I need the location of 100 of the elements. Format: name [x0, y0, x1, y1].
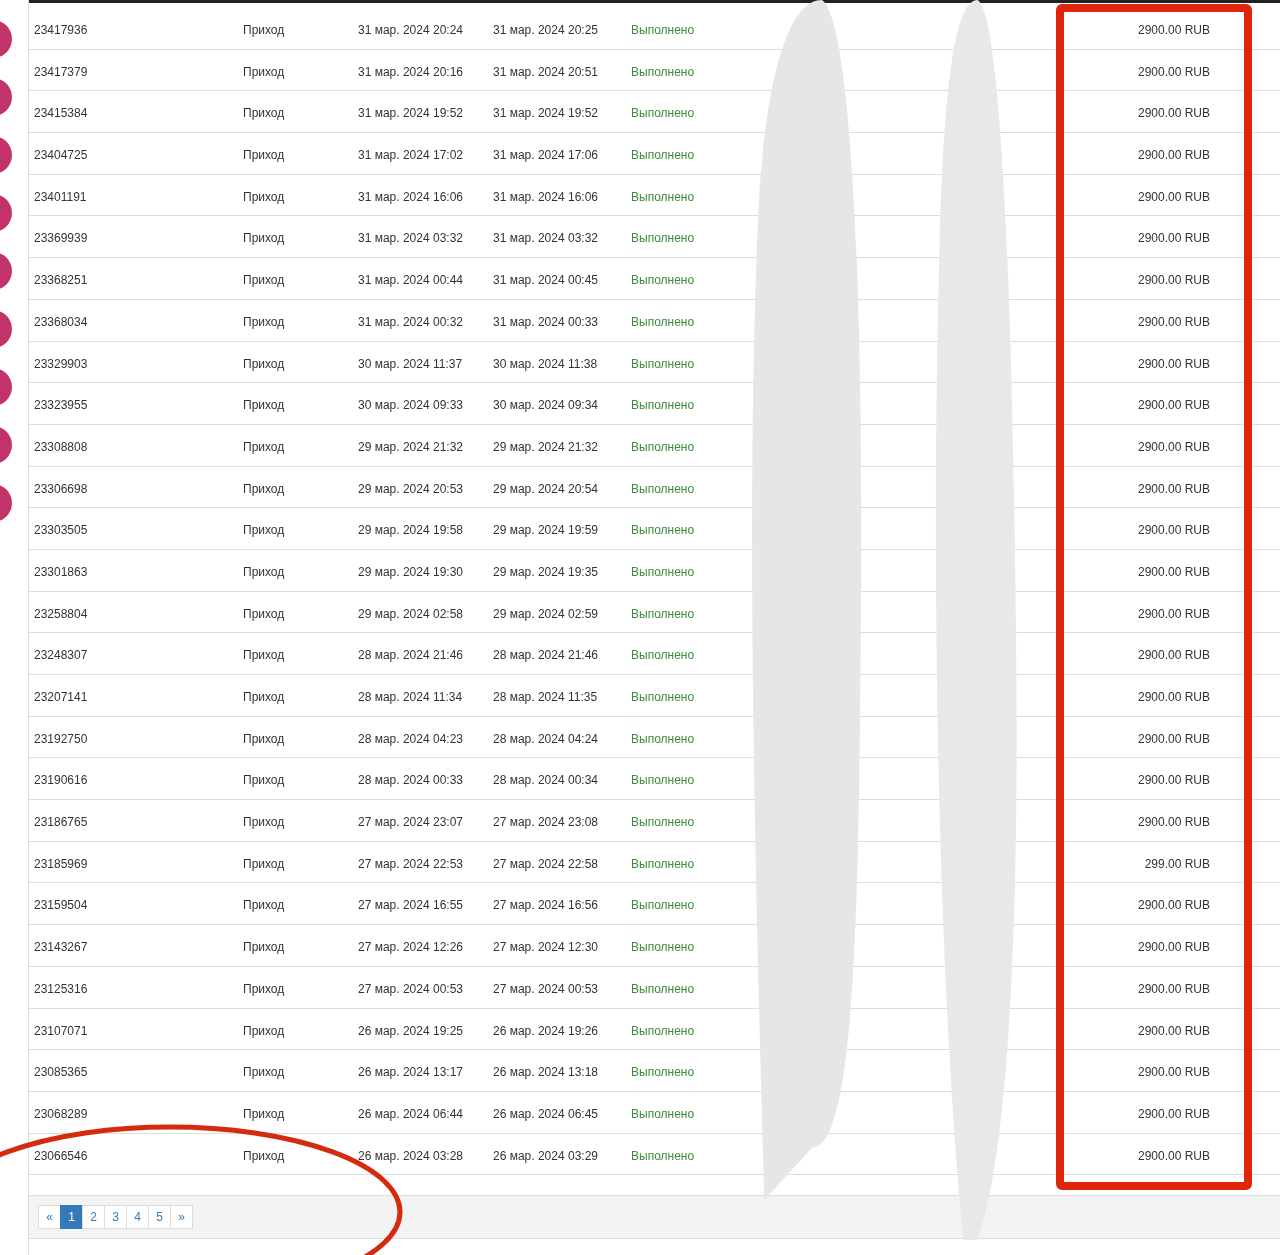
- table-cell-text: 23248307: [33, 648, 89, 663]
- table-cell-text: 23085365: [33, 1065, 89, 1080]
- table-cell-text: 2900.00 RUB: [1136, 273, 1210, 288]
- table-cell-text: 23190616: [33, 773, 89, 788]
- table-cell-text: 23066546: [33, 1148, 89, 1163]
- table-cell-text: 31 мар. 2024 16:06: [493, 189, 599, 204]
- table-cell-text: 29 мар. 2024 19:58: [358, 523, 464, 538]
- table-cell-text: 2900.00 RUB: [1136, 23, 1210, 37]
- status-text: Выполнено: [631, 690, 696, 704]
- table-cell-text: 28 мар. 2024 04:23: [358, 731, 464, 746]
- table-cell-text: 26 мар. 2024 03:28: [358, 1148, 464, 1163]
- table-cell-text: 31 мар. 2024 00:33: [493, 314, 599, 329]
- table-cell-text: 2900.00 RUB: [1136, 1065, 1210, 1080]
- table-cell-text: 31 мар. 2024 20:24: [358, 23, 464, 37]
- page-button[interactable]: 5: [148, 1205, 171, 1230]
- table-cell-text: 23159504: [33, 898, 89, 913]
- table-cell-text: 31 мар. 2024 20:16: [358, 64, 464, 79]
- table-cell-text: 23186765: [33, 815, 89, 830]
- table-cell-text: 23417379: [33, 64, 89, 79]
- table-cell-text: 2900.00 RUB: [1136, 898, 1210, 913]
- table-cell-text: 31 мар. 2024 20:51: [493, 64, 599, 79]
- status-text: Выполнено: [631, 189, 696, 204]
- table-cell-text: 23415384: [33, 106, 89, 121]
- table-cell-text: 31 мар. 2024 00:45: [493, 273, 599, 288]
- page-button[interactable]: 2: [82, 1205, 105, 1230]
- table-cell-text: 27 мар. 2024 12:30: [493, 940, 599, 955]
- table-cell-text: 28 мар. 2024 11:34: [358, 690, 464, 704]
- table-cell-text: 2900.00 RUB: [1136, 731, 1210, 746]
- table-cell-text: 30 мар. 2024 11:38: [493, 356, 599, 371]
- status-text: Выполнено: [631, 481, 696, 496]
- table-cell-text: Приход: [243, 189, 286, 204]
- status-text: Выполнено: [631, 1106, 696, 1121]
- table-cell-text: 2900.00 RUB: [1136, 815, 1210, 830]
- table-cell-text: 28 мар. 2024 21:46: [358, 648, 464, 663]
- page-button[interactable]: «: [38, 1205, 61, 1230]
- table-cell-text: Приход: [243, 731, 286, 746]
- table-cell-text: 23125316: [33, 981, 89, 996]
- table-cell-text: 2900.00 RUB: [1136, 439, 1210, 454]
- table-cell-text: 26 мар. 2024 19:26: [493, 1023, 599, 1038]
- status-text: Выполнено: [631, 606, 696, 621]
- page-button[interactable]: 1: [60, 1205, 83, 1230]
- table-cell-text: 23404725: [33, 148, 89, 163]
- table-cell-text: 2900.00 RUB: [1136, 564, 1210, 579]
- status-text: Выполнено: [631, 731, 696, 746]
- status-text: Выполнено: [631, 898, 696, 913]
- table-cell-text: 26 мар. 2024 19:25: [358, 1023, 464, 1038]
- table-cell-text: 30 мар. 2024 11:37: [358, 356, 464, 371]
- table-cell-text: 2900.00 RUB: [1136, 106, 1210, 121]
- page-button[interactable]: 4: [126, 1205, 149, 1230]
- table-cell-text: 23369939: [33, 231, 89, 246]
- page-button[interactable]: »: [170, 1205, 193, 1230]
- table-cell-text: 2900.00 RUB: [1136, 1023, 1210, 1038]
- table-cell-text: 28 мар. 2024 21:46: [493, 648, 599, 663]
- table-cell-text: 23368251: [33, 273, 89, 288]
- table-cell-text: 27 мар. 2024 22:58: [493, 856, 599, 871]
- page-button[interactable]: 3: [104, 1205, 127, 1230]
- table-cell-text: 23207141: [33, 690, 89, 704]
- table-cell-text: Приход: [243, 1106, 286, 1121]
- table-cell-text: 2900.00 RUB: [1136, 773, 1210, 788]
- table-cell-text: Приход: [243, 439, 286, 454]
- table-cell-text: Приход: [243, 314, 286, 329]
- table-cell-text: 31 мар. 2024 00:44: [358, 273, 464, 288]
- table-cell-text: Приход: [243, 815, 286, 830]
- table-cell-text: 23303505: [33, 523, 89, 538]
- table-cell-text: 2900.00 RUB: [1136, 981, 1210, 996]
- table-cell-text: 23258804: [33, 606, 89, 621]
- status-text: Выполнено: [631, 273, 696, 288]
- table-cell-text: 29 мар. 2024 19:30: [358, 564, 464, 579]
- table-cell-text: 2900.00 RUB: [1136, 940, 1210, 955]
- table-cell-text: 27 мар. 2024 12:26: [358, 940, 464, 955]
- table-cell-text: 29 мар. 2024 21:32: [493, 439, 599, 454]
- status-text: Выполнено: [631, 1023, 696, 1038]
- table-cell-text: 29 мар. 2024 02:59: [493, 606, 599, 621]
- table-cell-text: Приход: [243, 523, 286, 538]
- table-cell-text: 31 мар. 2024 00:32: [358, 314, 464, 329]
- table-cell-text: 2900.00 RUB: [1136, 231, 1210, 246]
- table-cell-text: Приход: [243, 564, 286, 579]
- table-cell-text: 26 мар. 2024 06:44: [358, 1106, 464, 1121]
- table-cell-text: Приход: [243, 648, 286, 663]
- status-text: Выполнено: [631, 815, 696, 830]
- status-text: Выполнено: [631, 106, 696, 121]
- table-cell-text: 27 мар. 2024 16:55: [358, 898, 464, 913]
- table-cell-text: 31 мар. 2024 16:06: [358, 189, 464, 204]
- table-cell-text: 2900.00 RUB: [1136, 1148, 1210, 1163]
- table-cell-text: 29 мар. 2024 20:53: [358, 481, 464, 496]
- table-cell-text: 299.00 RUB: [1143, 856, 1210, 871]
- table-cell-text: 26 мар. 2024 13:17: [358, 1065, 464, 1080]
- status-text: Выполнено: [631, 1065, 696, 1080]
- status-text: Выполнено: [631, 356, 696, 371]
- table-cell-text: 23368034: [33, 314, 89, 329]
- table-cell-text: 23329903: [33, 356, 89, 371]
- table-cell-text: 26 мар. 2024 13:18: [493, 1065, 599, 1080]
- table-cell-text: Приход: [243, 856, 286, 871]
- status-text: Выполнено: [631, 648, 696, 663]
- status-text: Выполнено: [631, 981, 696, 996]
- table-cell-text: 31 мар. 2024 19:52: [358, 106, 464, 121]
- table-cell-text: Приход: [243, 606, 286, 621]
- table-cell-text: 31 мар. 2024 17:02: [358, 148, 464, 163]
- table-cell-text: 23068289: [33, 1106, 89, 1121]
- table-cell-text: 31 мар. 2024 03:32: [358, 231, 464, 246]
